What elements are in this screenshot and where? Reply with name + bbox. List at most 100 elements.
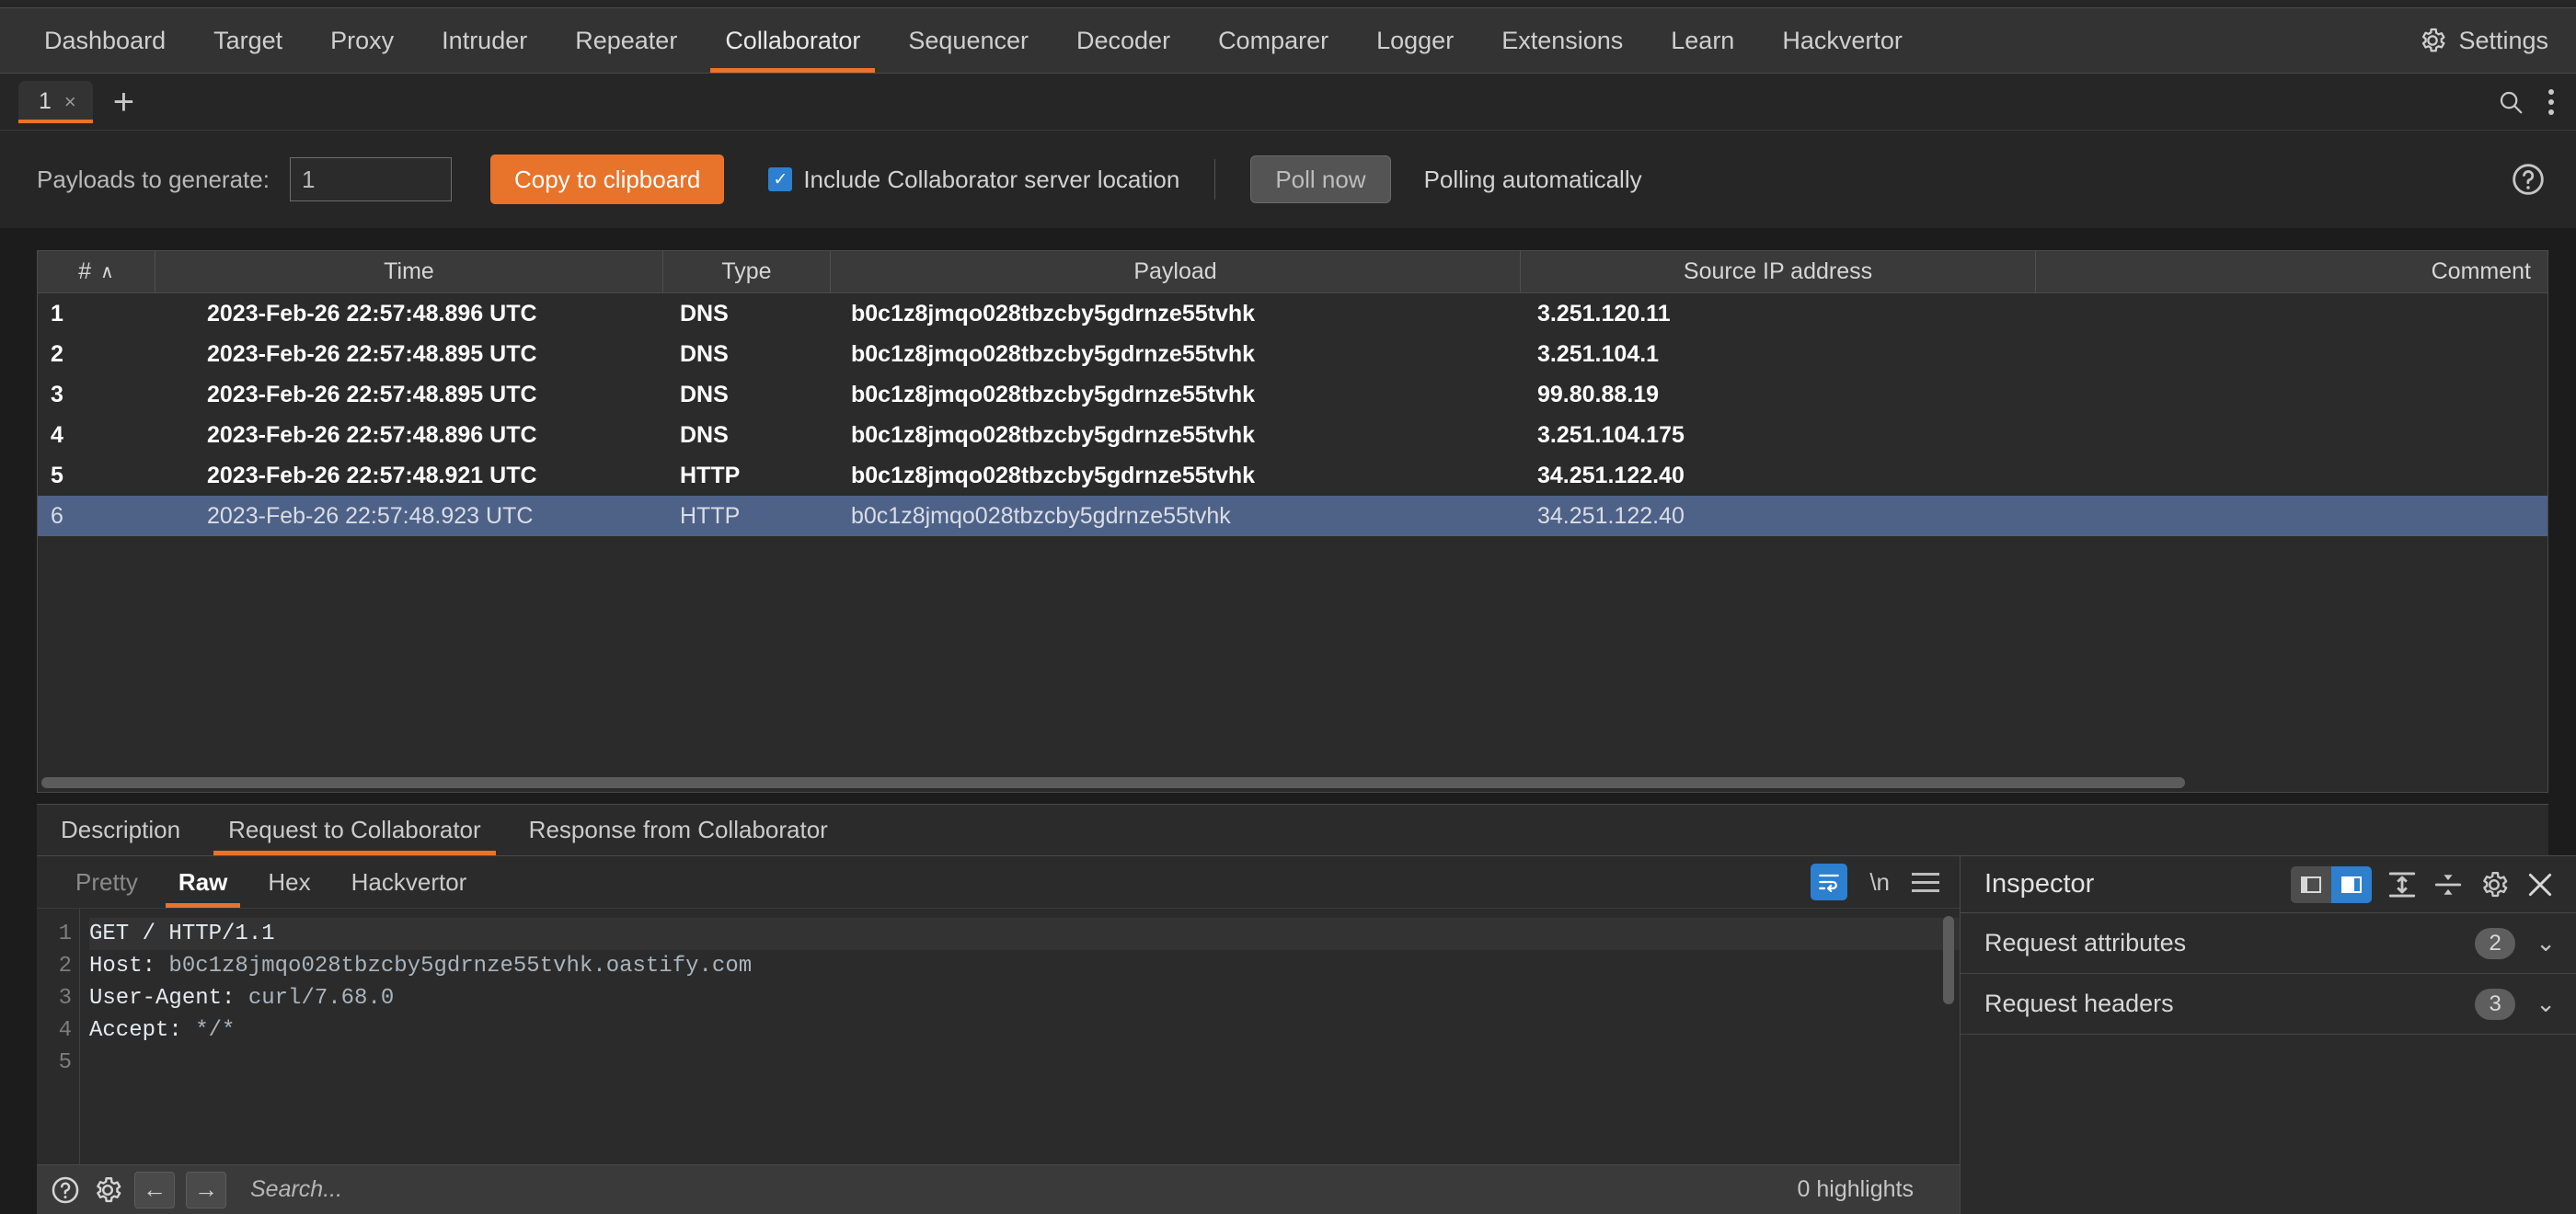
collapse-vertical-icon[interactable] xyxy=(2432,869,2464,900)
column-header-source-ip[interactable]: Source IP address xyxy=(1521,251,2036,292)
inspector-section-request-headers[interactable]: Request headers 3 ⌄ xyxy=(1961,974,2576,1035)
line-number: 2 xyxy=(58,954,72,979)
row-source-ip: 3.251.104.1 xyxy=(1537,340,1660,367)
request-editor-pane: Pretty Raw Hex Hackvertor \n 1 2 3 4 5 GET / HT… xyxy=(37,855,1960,1214)
main-tab-proxy[interactable]: Proxy xyxy=(306,8,418,73)
row-payload: b0c1z8jmqo028tbzcby5gdrnze55tvhk xyxy=(851,502,1231,529)
row-time: 2023-Feb-26 22:57:48.921 UTC xyxy=(207,462,537,488)
main-tab-sequencer[interactable]: Sequencer xyxy=(884,8,1052,73)
inspector-section-label: Request attributes xyxy=(1984,929,2187,956)
row-payload: b0c1z8jmqo028tbzcby5gdrnze55tvhk xyxy=(851,381,1256,407)
checkmark-icon: ✓ xyxy=(768,167,793,191)
include-server-location-label: Include Collaborator server location xyxy=(803,165,1180,193)
chevron-down-icon[interactable]: ⌄ xyxy=(2536,990,2556,1018)
gear-icon[interactable] xyxy=(92,1174,123,1206)
word-wrap-icon[interactable] xyxy=(1811,864,1848,900)
main-tab-intruder[interactable]: Intruder xyxy=(418,8,551,73)
message-tab-response-from-collaborator[interactable]: Response from Collaborator xyxy=(505,805,852,855)
row-time: 2023-Feb-26 22:57:48.896 UTC xyxy=(207,300,537,326)
column-header-type[interactable]: Type xyxy=(663,251,831,292)
expand-vertical-icon[interactable] xyxy=(2386,869,2418,900)
table-row[interactable]: 6 2023-Feb-26 22:57:48.923 UTC HTTP b0c1z8j… xyxy=(38,496,2547,536)
editor-view-tabs: Pretty Raw Hex Hackvertor \n xyxy=(37,856,1960,908)
collaborator-tab-label: 1 xyxy=(39,88,52,114)
table-row[interactable]: 2 2023-Feb-26 22:57:48.895 UTC DNS b0c1z8jm… xyxy=(38,334,2547,374)
search-input[interactable] xyxy=(237,1171,1768,1208)
search-previous-button[interactable]: ← xyxy=(134,1171,175,1208)
main-tab-target[interactable]: Target xyxy=(190,8,306,73)
main-tab-dashboard[interactable]: Dashboard xyxy=(20,8,190,73)
inspector-panel: Inspector Request attributes 2 ⌄ Request… xyxy=(1960,855,2576,1214)
close-icon[interactable] xyxy=(2524,869,2556,900)
column-header-comment[interactable]: Comment xyxy=(2036,251,2547,292)
main-tab-comparer[interactable]: Comparer xyxy=(1194,8,1352,73)
column-header-payload[interactable]: Payload xyxy=(831,251,1521,292)
main-tab-extensions[interactable]: Extensions xyxy=(1478,8,1647,73)
editor-tab-pretty[interactable]: Pretty xyxy=(55,856,158,908)
editor-vertical-scrollbar[interactable] xyxy=(1943,916,1954,1004)
row-source-ip: 3.251.120.11 xyxy=(1537,300,1671,326)
row-payload: b0c1z8jmqo028tbzcby5gdrnze55tvhk xyxy=(851,300,1256,326)
code-line: Host: b0c1z8jmqo028tbzcby5gdrnze55tvhk.o… xyxy=(89,950,1960,982)
gear-icon[interactable] xyxy=(2478,869,2510,900)
table-row[interactable]: 4 2023-Feb-26 22:57:48.896 UTC DNS b0c1z8jm… xyxy=(38,415,2547,455)
main-tab-logger[interactable]: Logger xyxy=(1352,8,1478,73)
request-raw-text[interactable]: GET / HTTP/1.1 Host: b0c1z8jmqo028tbzcby5… xyxy=(79,909,1960,1164)
include-server-location-checkbox[interactable]: ✓ Include Collaborator server location xyxy=(768,166,1179,194)
request-body[interactable]: 1 2 3 4 5 GET / HTTP/1.1 Host: b0c1z8jmqo028t… xyxy=(37,908,1960,1164)
close-tab-icon[interactable]: × xyxy=(64,90,76,114)
editor-tab-raw[interactable]: Raw xyxy=(158,856,247,908)
code-line-key: GET / HTTP/1.1 xyxy=(89,922,275,946)
layout-right-icon[interactable] xyxy=(2331,865,2372,903)
line-number: 3 xyxy=(58,986,72,1011)
search-next-button[interactable]: → xyxy=(186,1171,226,1208)
table-row[interactable]: 3 2023-Feb-26 22:57:48.895 UTC DNS b0c1z8jm… xyxy=(38,374,2547,415)
copy-to-clipboard-button[interactable]: Copy to clipboard xyxy=(489,155,725,204)
code-line-value: curl/7.68.0 xyxy=(235,986,395,1011)
row-source-ip: 34.251.122.40 xyxy=(1537,502,1685,529)
kebab-menu-icon[interactable] xyxy=(2548,88,2554,115)
payloads-count-input[interactable] xyxy=(289,157,452,201)
column-header-time[interactable]: Time xyxy=(155,251,663,292)
inspector-empty-area xyxy=(1961,1035,2576,1214)
table-row[interactable]: 1 2023-Feb-26 22:57:48.896 UTC DNS b0c1z8jm… xyxy=(38,293,2547,334)
table-header-row: # ∧ Time Type Payload Source IP address … xyxy=(38,251,2547,293)
row-number: 4 xyxy=(51,421,63,448)
search-icon[interactable] xyxy=(2497,88,2524,116)
chevron-down-icon[interactable]: ⌄ xyxy=(2536,929,2556,957)
help-circle-icon[interactable] xyxy=(2510,161,2547,198)
gear-icon xyxy=(2422,28,2445,52)
collaborator-tab[interactable]: 1 × xyxy=(18,80,93,123)
main-tab-hackvertor[interactable]: Hackvertor xyxy=(1758,8,1926,73)
line-number: 1 xyxy=(58,922,72,946)
editor-toolbar: \n xyxy=(1811,856,1939,908)
row-type: DNS xyxy=(680,340,729,367)
message-tab-bar: Description Request to Collaborator Respon… xyxy=(37,804,2548,855)
collaborator-tab-bar: 1 × + xyxy=(0,74,2576,131)
editor-tab-hackvertor[interactable]: Hackvertor xyxy=(331,856,488,908)
line-number: 5 xyxy=(58,1050,72,1075)
main-tab-decoder[interactable]: Decoder xyxy=(1052,8,1194,73)
row-source-ip: 34.251.122.40 xyxy=(1537,462,1685,488)
layout-left-icon[interactable] xyxy=(2291,865,2331,903)
table-row[interactable]: 5 2023-Feb-26 22:57:48.921 UTC HTTP b0c1z8j… xyxy=(38,455,2547,496)
settings-button[interactable]: Settings xyxy=(2418,8,2548,73)
hamburger-menu-icon[interactable] xyxy=(1912,872,1939,892)
row-time: 2023-Feb-26 22:57:48.895 UTC xyxy=(207,381,537,407)
scrollbar-thumb[interactable] xyxy=(41,777,2185,788)
editor-tab-hex[interactable]: Hex xyxy=(247,856,330,908)
collaborator-toolbar: Payloads to generate: Copy to clipboard … xyxy=(0,131,2576,228)
code-line: User-Agent: curl/7.68.0 xyxy=(89,982,1960,1014)
message-tab-request-to-collaborator[interactable]: Request to Collaborator xyxy=(204,805,505,855)
newline-toggle-icon[interactable]: \n xyxy=(1869,868,1890,897)
table-horizontal-scrollbar[interactable] xyxy=(38,777,2547,788)
column-header-number[interactable]: # ∧ xyxy=(38,251,155,292)
main-tab-collaborator[interactable]: Collaborator xyxy=(701,8,884,73)
poll-now-button[interactable]: Poll now xyxy=(1250,155,1391,203)
add-tab-button[interactable]: + xyxy=(113,84,134,120)
help-circle-icon[interactable] xyxy=(50,1174,81,1206)
inspector-section-request-attributes[interactable]: Request attributes 2 ⌄ xyxy=(1961,913,2576,974)
message-tab-description[interactable]: Description xyxy=(37,805,204,855)
main-tab-repeater[interactable]: Repeater xyxy=(551,8,701,73)
main-tab-learn[interactable]: Learn xyxy=(1647,8,1758,73)
